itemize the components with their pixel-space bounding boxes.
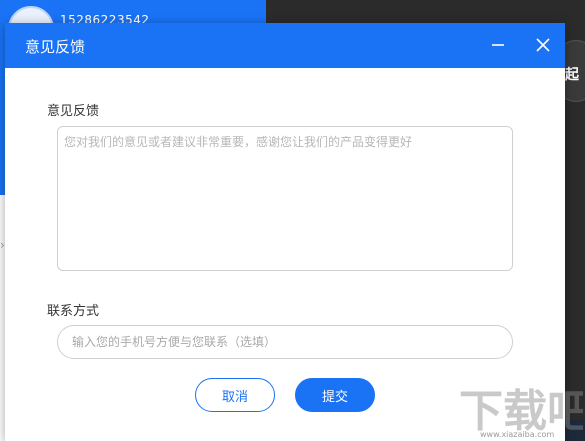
close-icon [536,38,550,52]
feedback-dialog: 意见反馈 意见反馈 联系方式 取消 提交 [5,23,565,441]
background-right-glyph: 起 [565,67,579,83]
minimize-icon [492,44,504,46]
submit-button[interactable]: 提交 [295,378,375,412]
contact-label: 联系方式 [47,304,100,319]
feedback-textarea[interactable] [57,126,513,271]
dialog-title: 意见反馈 [25,38,86,56]
contact-input[interactable] [57,325,513,359]
feedback-label: 意见反馈 [47,104,100,119]
minimize-button[interactable] [486,33,510,57]
watermark-url: www.xiazaiba.com [480,430,555,439]
dialog-header: 意见反馈 [5,23,565,68]
cancel-button[interactable]: 取消 [195,378,275,412]
close-button[interactable] [531,33,555,57]
